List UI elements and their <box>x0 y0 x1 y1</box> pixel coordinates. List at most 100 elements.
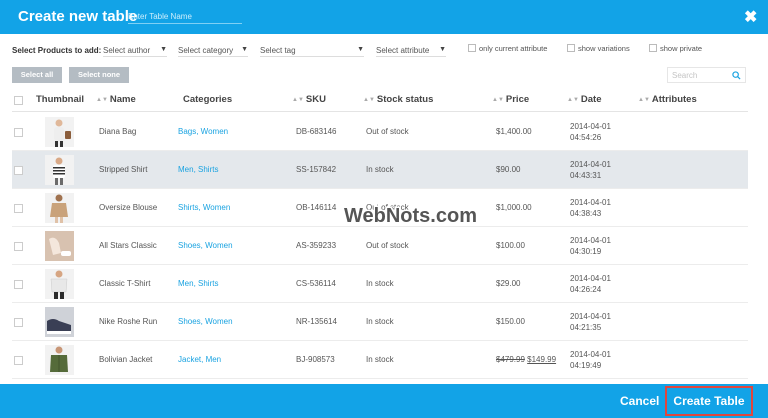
filter-label: Select Products to add: <box>12 46 102 55</box>
product-date: 2014-04-01 04:19:49 <box>570 350 611 370</box>
sort-icon: ▲▼ <box>292 97 304 103</box>
original-price: $479.99 <box>496 355 525 364</box>
product-date: 2014-04-01 04:26:24 <box>570 274 611 294</box>
dialog-header: Create new table ✖ <box>0 0 768 34</box>
product-sku: OB-146114 <box>296 203 337 212</box>
product-categories[interactable]: Men, Shirts <box>178 165 218 174</box>
product-date: 2014-04-01 04:30:19 <box>570 236 611 256</box>
table-row[interactable]: All Stars Classic Shoes, Women AS-359233… <box>12 227 748 265</box>
chevron-down-icon: ▼ <box>160 46 167 53</box>
table-row[interactable]: Classic T-Shirt Men, Shirts CS-536114 In… <box>12 265 748 303</box>
product-categories[interactable]: Jacket, Men <box>178 355 221 364</box>
sort-icon: ▲▼ <box>363 97 375 103</box>
category-select-value: Select category <box>178 46 234 55</box>
show-variations-checkbox[interactable]: show variations <box>567 44 630 53</box>
attribute-select-value: Select attribute <box>376 46 430 55</box>
row-checkbox[interactable] <box>14 242 23 251</box>
product-thumbnail <box>45 307 74 337</box>
select-none-button[interactable]: Select none <box>69 67 129 83</box>
column-thumbnail: Thumbnail <box>36 94 85 105</box>
row-checkbox[interactable] <box>14 166 23 175</box>
watermark-logo: WebNots.com <box>340 200 484 230</box>
column-price[interactable]: ▲▼ Price <box>492 94 529 105</box>
show-variations-label: show variations <box>578 44 630 53</box>
search-icon[interactable] <box>732 71 741 80</box>
product-name: All Stars Classic <box>99 241 157 250</box>
product-price: $100.00 <box>496 241 525 250</box>
column-attributes[interactable]: ▲▼ Attributes <box>638 94 697 105</box>
product-categories[interactable]: Shoes, Women <box>178 241 233 250</box>
product-stock: Out of stock <box>366 241 409 250</box>
dialog-footer: Cancel Create Table <box>0 384 768 418</box>
column-date-label: Date <box>580 94 602 105</box>
column-name-label: Name <box>109 94 136 105</box>
product-name: Bolivian Jacket <box>99 355 153 364</box>
svg-text:WebNots.com: WebNots.com <box>344 205 477 227</box>
attribute-select[interactable]: Select attribute ▼ <box>376 44 446 57</box>
product-date: 2014-04-01 04:21:35 <box>570 312 611 332</box>
close-icon[interactable]: ✖ <box>744 7 757 27</box>
product-thumbnail <box>45 155 74 185</box>
product-price: $1,400.00 <box>496 127 532 136</box>
product-thumbnail <box>45 193 74 223</box>
column-categories: Categories <box>183 94 233 105</box>
show-private-checkbox[interactable]: show private <box>649 44 702 53</box>
product-stock: Out of stock <box>366 127 409 136</box>
row-checkbox[interactable] <box>14 318 23 327</box>
sort-icon: ▲▼ <box>96 97 108 103</box>
search-input[interactable] <box>672 70 730 81</box>
column-stock-status[interactable]: ▲▼ Stock status <box>363 94 433 105</box>
only-current-attribute-checkbox[interactable]: only current attribute <box>468 44 547 53</box>
checkbox-icon <box>649 44 657 52</box>
product-sku: DB-683146 <box>296 127 337 136</box>
product-stock: In stock <box>366 165 394 174</box>
table-row[interactable]: Diana Bag Bags, Women DB-683146 Out of s… <box>12 113 748 151</box>
table-name-input[interactable] <box>128 10 242 24</box>
product-stock: In stock <box>366 355 394 364</box>
product-categories[interactable]: Shirts, Women <box>178 203 230 212</box>
create-table-button[interactable]: Create Table <box>665 386 753 416</box>
show-private-label: show private <box>660 44 703 53</box>
product-date: 2014-04-01 04:38:43 <box>570 198 611 218</box>
tag-select[interactable]: Select tag ▼ <box>260 44 364 57</box>
table-row[interactable]: Bolivian Jacket Jacket, Men BJ-908573 In… <box>12 341 748 379</box>
sale-price: $149.99 <box>527 355 557 364</box>
product-sku: AS-359233 <box>296 241 337 250</box>
table-row[interactable]: Stripped Shirt Men, Shirts SS-157842 In … <box>12 151 748 189</box>
column-date[interactable]: ▲▼ Date <box>567 94 601 105</box>
product-date: 2014-04-01 04:43:31 <box>570 160 611 180</box>
checkbox-icon <box>567 44 575 52</box>
product-price: $90.00 <box>496 165 521 174</box>
product-categories[interactable]: Men, Shirts <box>178 279 218 288</box>
product-name: Stripped Shirt <box>99 165 148 174</box>
select-all-button[interactable]: Select all <box>12 67 62 83</box>
product-sku: NR-135614 <box>296 317 337 326</box>
product-thumbnail <box>45 117 74 147</box>
product-price: $479.99 $149.99 <box>496 355 556 364</box>
product-sku: CS-536114 <box>296 279 336 288</box>
column-sku[interactable]: ▲▼ SKU <box>292 94 326 105</box>
column-price-label: Price <box>505 94 530 105</box>
table-row[interactable]: Nike Roshe Run Shoes, Women NR-135614 In… <box>12 303 748 341</box>
row-checkbox[interactable] <box>14 280 23 289</box>
column-sku-label: SKU <box>305 94 326 105</box>
product-categories[interactable]: Shoes, Women <box>178 317 233 326</box>
author-select[interactable]: Select author ▼ <box>103 44 167 57</box>
product-stock: In stock <box>366 279 394 288</box>
column-attributes-label: Attributes <box>651 94 697 105</box>
product-categories[interactable]: Bags, Women <box>178 127 228 136</box>
row-checkbox[interactable] <box>14 128 23 137</box>
category-select[interactable]: Select category ▼ <box>178 44 248 57</box>
product-name: Classic T-Shirt <box>99 279 151 288</box>
sort-icon: ▲▼ <box>638 97 650 103</box>
row-checkbox[interactable] <box>14 204 23 213</box>
product-sku: BJ-908573 <box>296 355 335 364</box>
table-header: Thumbnail ▲▼ Name Categories ▲▼ SKU ▲▼ Stoc… <box>12 90 748 112</box>
select-all-checkbox[interactable] <box>14 96 23 105</box>
author-select-value: Select author <box>103 46 151 55</box>
row-checkbox[interactable] <box>14 356 23 365</box>
product-thumbnail <box>45 345 74 375</box>
dialog-title: Create new table <box>18 8 138 25</box>
column-name[interactable]: ▲▼ Name <box>96 94 136 105</box>
cancel-button[interactable]: Cancel <box>620 394 659 408</box>
